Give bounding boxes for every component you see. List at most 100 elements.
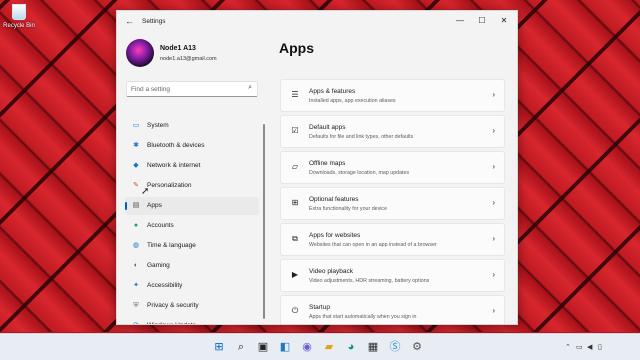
battery-icon[interactable]: ▯ [598, 343, 602, 351]
minimize-button[interactable]: — [451, 14, 469, 28]
settings-card-startup[interactable]: ⏻ Startup Apps that start automatically wh… [280, 295, 505, 324]
apps-icon: ▤ [132, 202, 140, 209]
chevron-right-icon: › [492, 126, 495, 135]
widgets-icon[interactable]: ◧ [278, 340, 292, 354]
sidebar-item-windows-update[interactable]: ⟳ Windows Update [125, 317, 259, 324]
apps-settings-list: ☰ Apps & features Installed apps, app exec… [280, 79, 505, 324]
task-view-icon[interactable]: ▣ [256, 340, 270, 354]
recycle-bin-shortcut[interactable]: Recycle Bin [2, 4, 36, 29]
sidebar-item-label: System [147, 122, 169, 129]
sidebar-item-accounts[interactable]: ● Accounts [125, 217, 259, 235]
person-icon: ● [133, 222, 139, 229]
sidebar-item-label: Apps [147, 202, 162, 209]
store-icon[interactable]: ▦ [366, 340, 380, 354]
card-description: Apps that start automatically when you s… [309, 314, 417, 320]
taskbar: ⊞ ⌕ ▣ ◧ ◉ ▰ ◕ ▦ Ⓢ ⚙ ⌃ ▭ ◀ ▯ [0, 333, 640, 360]
chevron-right-icon: › [492, 162, 495, 171]
sidebar-item-time-language[interactable]: ◍ Time & language [125, 237, 259, 255]
chevron-up-icon[interactable]: ⌃ [565, 343, 571, 351]
web-apps-icon: ⧉ [292, 234, 298, 243]
search-input[interactable] [131, 83, 241, 95]
user-email: node1.a13@gmail.com [160, 56, 217, 62]
sidebar-scrollbar[interactable] [263, 124, 265, 319]
update-icon: ⟳ [131, 317, 141, 324]
card-description: Installed apps, app execution aliases [309, 98, 396, 104]
sidebar-item-apps[interactable]: ▤ Apps [125, 197, 259, 215]
volume-icon[interactable]: ◀ [587, 343, 592, 351]
optional-features-icon: ⊞ [291, 198, 299, 207]
globe-clock-icon: ◍ [132, 242, 140, 249]
skype-icon[interactable]: Ⓢ [388, 340, 402, 354]
card-description: Downloads, storage location, map updates [309, 170, 410, 176]
maximize-button[interactable]: ☐ [473, 14, 491, 28]
chat-icon[interactable]: ◉ [300, 340, 314, 354]
settings-card-apps-features[interactable]: ☰ Apps & features Installed apps, app exec… [280, 79, 505, 112]
sidebar-item-label: Time & language [147, 242, 196, 249]
card-title: Video playback [309, 268, 353, 275]
recycle-bin-icon [12, 4, 26, 20]
sidebar-item-label: Accounts [147, 222, 174, 229]
start-icon[interactable]: ⊞ [212, 340, 226, 354]
sidebar-nav: ▭ System ✱ Bluetooth & devices ◆ Network & in… [125, 117, 259, 324]
bluetooth-icon: ✱ [133, 142, 139, 149]
card-description: Websites that can open in an app instead… [309, 242, 437, 248]
search-box[interactable]: ⌕ [126, 81, 258, 97]
accessibility-icon: ✦ [133, 282, 139, 289]
sidebar-item-label: Gaming [147, 262, 170, 269]
edge-icon[interactable]: ◕ [344, 340, 358, 354]
card-description: Defaults for file and link types, other … [309, 134, 414, 140]
file-explorer-icon[interactable]: ▰ [322, 340, 336, 354]
settings-card-default-apps[interactable]: ☑ Default apps Defaults for file and link … [280, 115, 505, 148]
mouse-cursor-icon: ➚ [141, 186, 150, 197]
window-title: Settings [142, 18, 166, 25]
map-icon: ▱ [291, 162, 299, 171]
sidebar-item-gaming[interactable]: ◐ Gaming [125, 257, 259, 275]
chevron-right-icon: › [492, 198, 495, 207]
settings-card-video-playback[interactable]: ▶ Video playback Video adjustments, HDR st… [280, 259, 505, 292]
user-name: Node1 A13 [160, 45, 196, 52]
back-arrow-icon[interactable]: ← [125, 16, 134, 26]
sidebar-item-system[interactable]: ▭ System [125, 117, 259, 135]
sidebar-item-label: Personalization [147, 182, 192, 189]
card-title: Default apps [309, 124, 346, 131]
sidebar-item-label: Privacy & security [147, 302, 199, 309]
search-icon[interactable]: ⌕ [234, 340, 248, 354]
controller-icon: ◐ [133, 262, 139, 269]
video-icon: ▶ [291, 270, 299, 279]
monitor-icon: ▭ [132, 122, 140, 129]
chevron-right-icon: › [492, 270, 495, 279]
shield-icon: ⛨ [133, 302, 139, 309]
title-bar: ← Settings — ☐ ✕ [117, 11, 517, 33]
sidebar-item-accessibility[interactable]: ✦ Accessibility [125, 277, 259, 295]
clock-area[interactable] [606, 340, 636, 354]
sidebar-item-network-internet[interactable]: ◆ Network & internet [125, 157, 259, 175]
card-description: Video adjustments, HDR streaming, batter… [309, 278, 430, 284]
chevron-right-icon: › [492, 90, 495, 99]
settings-icon[interactable]: ⚙ [410, 340, 424, 354]
sidebar-item-label: Network & internet [147, 162, 201, 169]
network-icon[interactable]: ▭ [576, 343, 583, 351]
wifi-icon: ◆ [133, 162, 139, 169]
card-title: Apps for websites [309, 232, 361, 239]
card-title: Startup [309, 304, 330, 311]
sidebar-item-label: Accessibility [147, 282, 183, 289]
settings-card-offline-maps[interactable]: ▱ Offline maps Downloads, storage location… [280, 151, 505, 184]
page-title: Apps [279, 40, 314, 56]
sidebar-item-label: Windows Update [147, 317, 196, 324]
close-button[interactable]: ✕ [495, 14, 513, 28]
avatar[interactable] [126, 39, 154, 67]
default-apps-icon: ☑ [291, 126, 299, 135]
search-icon[interactable]: ⌕ [248, 84, 252, 92]
chevron-right-icon: › [492, 306, 495, 315]
card-title: Apps & features [309, 88, 356, 95]
card-title: Offline maps [309, 160, 346, 167]
sidebar-item-privacy-security[interactable]: ⛨ Privacy & security [125, 297, 259, 315]
startup-icon: ⏻ [291, 306, 299, 315]
chevron-right-icon: › [492, 234, 495, 243]
recycle-bin-label: Recycle Bin [3, 23, 35, 29]
sidebar-item-bluetooth-devices[interactable]: ✱ Bluetooth & devices [125, 137, 259, 155]
settings-window: ← Settings — ☐ ✕ Node1 A13 node1.a13@gma… [116, 10, 518, 325]
card-title: Optional features [309, 196, 359, 203]
settings-card-optional-features[interactable]: ⊞ Optional features Extra functionality fo… [280, 187, 505, 220]
settings-card-apps-for-websites[interactable]: ⧉ Apps for websites Websites that can open… [280, 223, 505, 256]
